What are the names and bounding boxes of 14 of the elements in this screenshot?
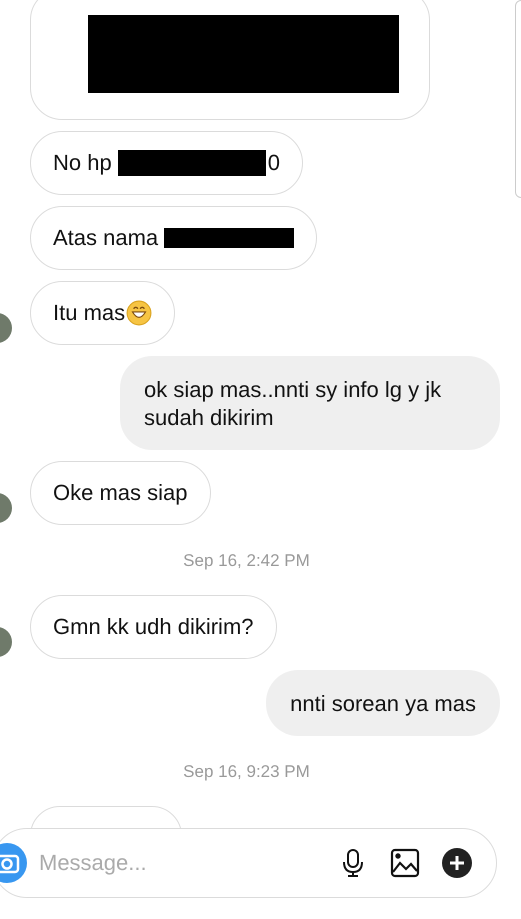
add-icon[interactable] — [442, 848, 472, 878]
message-text: No hp — [53, 149, 112, 177]
message-text: Gmn kk udh dikirim? — [53, 613, 254, 641]
message-text: Itu mas — [53, 299, 126, 327]
message-text: Oke mas siap — [53, 479, 188, 507]
grinning-emoji-icon — [126, 300, 152, 326]
timestamp: Sep 16, 2:42 PM — [183, 551, 310, 571]
message-text: nnti sorean ya mas — [290, 690, 476, 718]
message-input[interactable]: Message... — [37, 849, 316, 877]
timestamp: Sep 16, 9:23 PM — [183, 762, 310, 782]
message-text: Atas nama — [53, 224, 158, 252]
image-icon[interactable] — [390, 848, 420, 878]
message-text: 0 — [268, 149, 280, 177]
message-text: ok siap mas..nnti sy info lg y jk sudah dikirim — [144, 376, 442, 432]
